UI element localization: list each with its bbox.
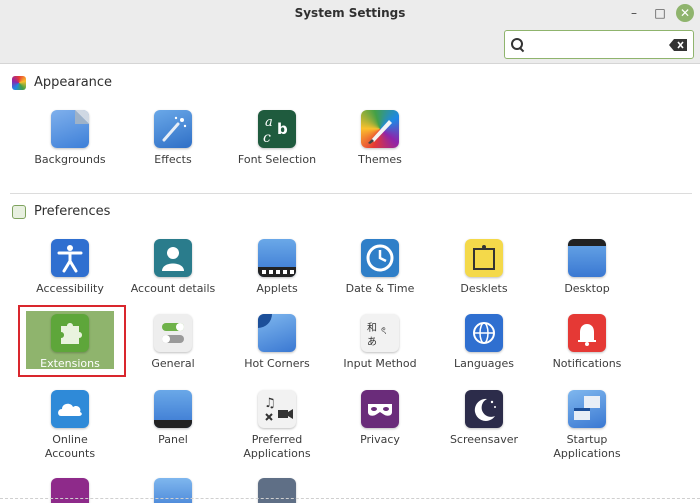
settings-item-partial-1[interactable]: [18, 478, 122, 503]
appearance-section-icon: [12, 75, 26, 90]
settings-item-date-time[interactable]: Date & Time: [328, 239, 432, 296]
puzzle-icon: [51, 314, 89, 352]
settings-item-applets[interactable]: Applets: [225, 239, 329, 296]
cloud-icon: [51, 390, 89, 428]
item-label: Languages: [453, 357, 515, 370]
close-button[interactable]: ✕: [676, 4, 694, 22]
item-label: General: [151, 357, 195, 370]
minimize-button[interactable]: –: [624, 3, 644, 23]
preferred-applications-icon: ♫: [258, 390, 296, 428]
preferences-section-icon: [12, 204, 26, 219]
settings-item-general[interactable]: General: [121, 314, 225, 371]
item-label: Startup Applications: [553, 433, 621, 460]
toggle-icon: [154, 314, 192, 352]
settings-item-online-accounts[interactable]: Online Accounts: [18, 390, 122, 461]
hot-corners-icon: [258, 314, 296, 352]
settings-item-panel[interactable]: Panel: [121, 390, 225, 447]
item-label: Input Method: [343, 357, 417, 370]
item-label: Account details: [130, 282, 216, 295]
settings-item-privacy[interactable]: Privacy: [328, 390, 432, 447]
globe-icon: [465, 314, 503, 352]
bell-icon: [568, 314, 606, 352]
item-label: Screensaver: [449, 433, 519, 446]
item-label: Privacy: [360, 433, 400, 446]
svg-text:b: b: [277, 120, 288, 138]
svg-text:和: 和: [367, 322, 377, 334]
settings-item-accessibility[interactable]: Accessibility: [18, 239, 122, 296]
item-label: Desktop: [564, 282, 610, 295]
settings-item-screensaver[interactable]: Screensaver: [432, 390, 536, 447]
scroll-edge: [0, 498, 700, 499]
svg-text:あ: あ: [367, 336, 377, 348]
search-box[interactable]: [504, 30, 694, 59]
clock-icon: [361, 239, 399, 277]
item-label: Accessibility: [36, 282, 104, 295]
item-label: Font Selection: [237, 153, 317, 166]
appearance-section-header: Appearance: [12, 75, 112, 90]
section-title: Preferences: [34, 204, 111, 219]
item-label: Date & Time: [345, 282, 415, 295]
settings-item-input-method[interactable]: 和 ৎ あ Input Method: [328, 314, 432, 371]
svg-text:c: c: [263, 130, 271, 146]
svg-text:♫: ♫: [264, 396, 276, 411]
partial-app-icon-1: [51, 478, 89, 503]
item-label: Backgrounds: [34, 153, 106, 166]
settings-item-languages[interactable]: Languages: [432, 314, 536, 371]
accessibility-icon: [51, 239, 89, 277]
effects-icon: [154, 110, 192, 148]
search-input[interactable]: [519, 37, 669, 52]
panel-icon: [154, 390, 192, 428]
desklets-icon: [465, 239, 503, 277]
window-controls: – □ ✕: [624, 3, 694, 23]
themes-icon: [361, 110, 399, 148]
settings-item-extensions[interactable]: Extensions: [18, 314, 122, 371]
applets-icon: [258, 239, 296, 277]
svg-text:a: a: [265, 115, 273, 130]
settings-item-desklets[interactable]: Desklets: [432, 239, 536, 296]
settings-item-preferred-applications[interactable]: ♫ Preferred Applications: [225, 390, 329, 461]
preferences-section-header: Preferences: [12, 204, 110, 219]
item-label: Panel: [158, 433, 188, 446]
partial-app-icon-3: [258, 478, 296, 503]
section-title: Appearance: [34, 75, 113, 90]
startup-applications-icon: [568, 390, 606, 428]
item-label: Effects: [154, 153, 192, 166]
item-label: Desklets: [460, 282, 508, 295]
settings-item-startup-applications[interactable]: Startup Applications: [535, 390, 639, 461]
settings-item-hot-corners[interactable]: Hot Corners: [225, 314, 329, 371]
settings-item-themes[interactable]: Themes: [328, 110, 432, 167]
title-bar: System Settings – □ ✕: [0, 0, 700, 26]
section-divider: [10, 193, 692, 194]
input-method-icon: 和 ৎ あ: [361, 314, 399, 352]
mask-icon: [361, 390, 399, 428]
settings-item-partial-2[interactable]: [121, 478, 225, 503]
partial-app-icon-2: [154, 478, 192, 503]
backgrounds-icon: [51, 110, 89, 148]
toolbar: [0, 26, 700, 64]
search-icon: [511, 37, 523, 52]
desktop-icon: [568, 239, 606, 277]
clear-search-icon[interactable]: [669, 38, 687, 51]
svg-text:ৎ: ৎ: [381, 326, 386, 337]
font-selection-icon: a c b: [258, 110, 296, 148]
item-label: Themes: [358, 153, 402, 166]
item-label: Preferred Applications: [243, 433, 311, 460]
settings-item-backgrounds[interactable]: Backgrounds: [18, 110, 122, 167]
item-label: Notifications: [552, 357, 622, 370]
settings-item-partial-3[interactable]: [225, 478, 329, 503]
settings-item-font-selection[interactable]: a c b Font Selection: [225, 110, 329, 167]
item-label: Online Accounts: [44, 433, 96, 460]
settings-item-account-details[interactable]: Account details: [121, 239, 225, 296]
maximize-button[interactable]: □: [650, 3, 670, 23]
item-label: Hot Corners: [244, 357, 310, 370]
settings-item-desktop[interactable]: Desktop: [535, 239, 639, 296]
account-details-icon: [154, 239, 192, 277]
item-label: Extensions: [40, 357, 100, 370]
settings-item-effects[interactable]: Effects: [121, 110, 225, 167]
window-title: System Settings: [294, 6, 406, 20]
settings-item-notifications[interactable]: Notifications: [535, 314, 639, 371]
item-label: Applets: [256, 282, 298, 295]
moon-icon: [465, 390, 503, 428]
